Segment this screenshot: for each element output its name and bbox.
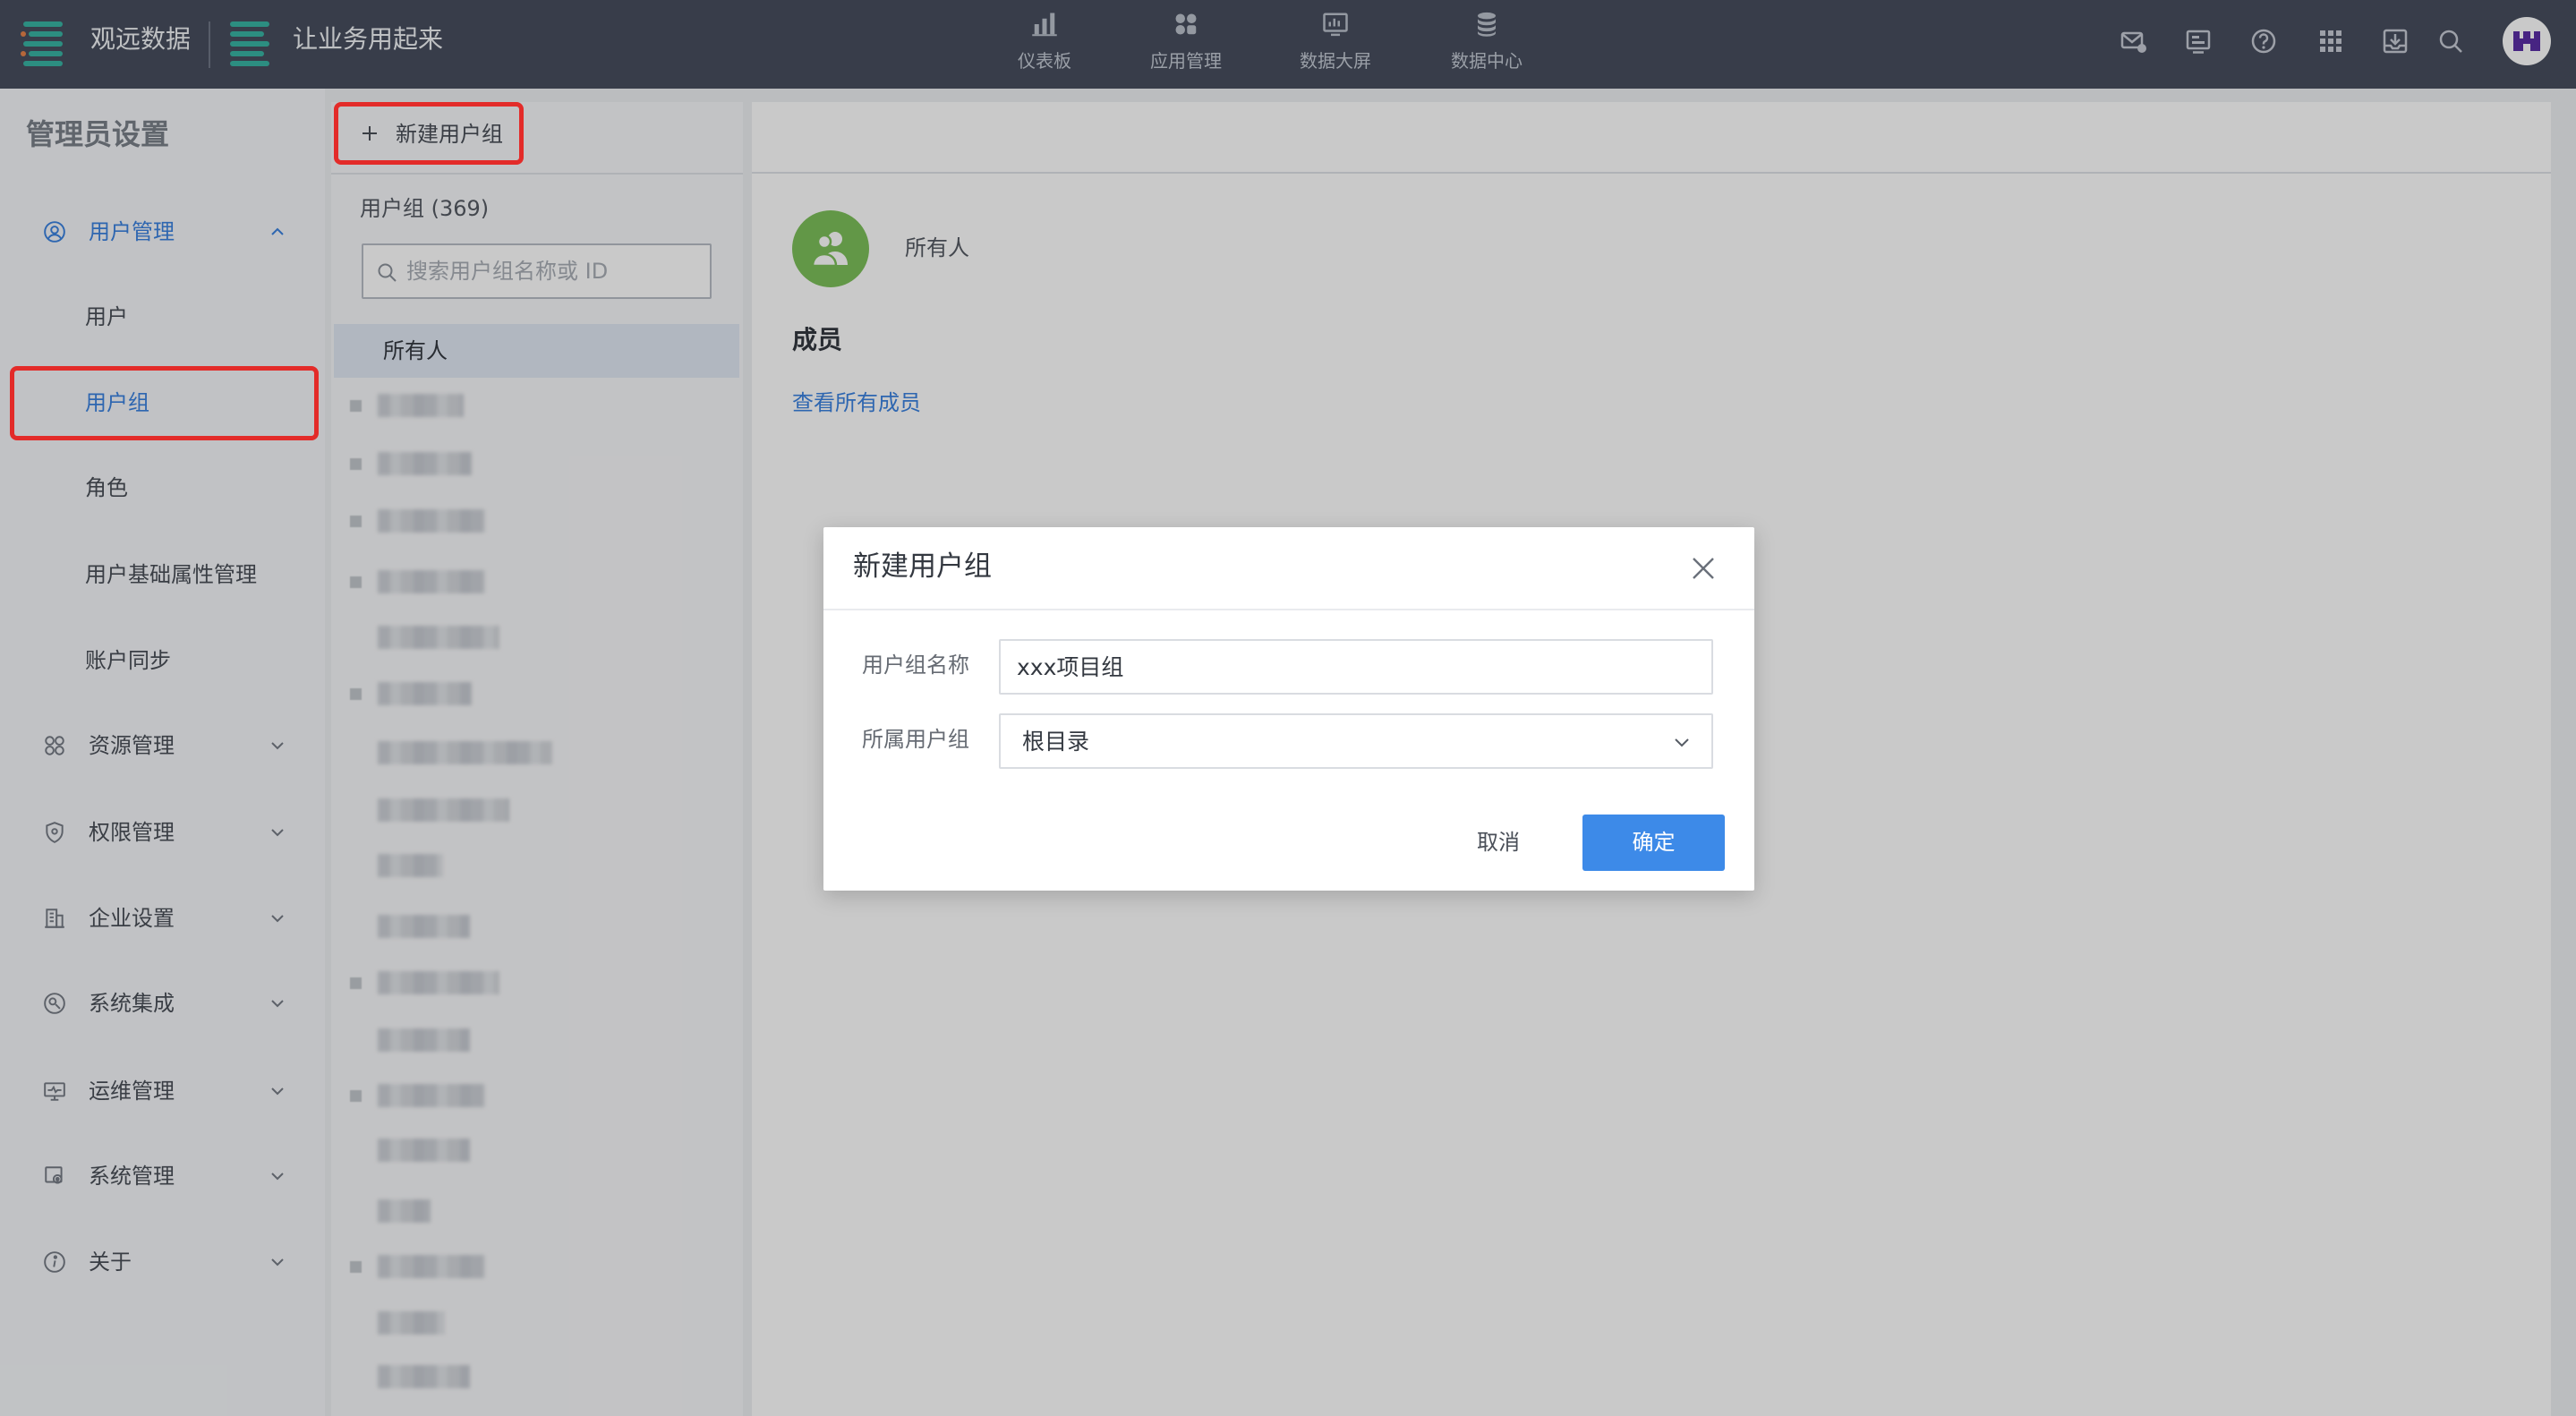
highlight-new-user-group-button [334,102,524,165]
parent-group-label: 所属用户组 [862,727,969,752]
dialog-title: 新建用户组 [853,550,992,583]
chevron-down-icon [1672,732,1692,752]
group-name-value: xxx项目组 [1017,654,1124,680]
dialog-header-divider [823,609,1754,610]
close-icon[interactable] [1690,555,1717,582]
new-user-group-dialog: 新建用户组 用户组名称 xxx项目组 所属用户组 根目录 取消 确定 [823,527,1754,891]
group-name-label: 用户组名称 [862,653,969,678]
parent-group-value: 根目录 [1022,729,1090,755]
parent-group-select[interactable]: 根目录 [999,713,1713,769]
group-name-input[interactable]: xxx项目组 [999,639,1713,695]
highlight-user-groups-item [10,366,319,440]
cancel-button[interactable]: 取消 [1454,815,1543,871]
confirm-button[interactable]: 确定 [1582,815,1725,871]
